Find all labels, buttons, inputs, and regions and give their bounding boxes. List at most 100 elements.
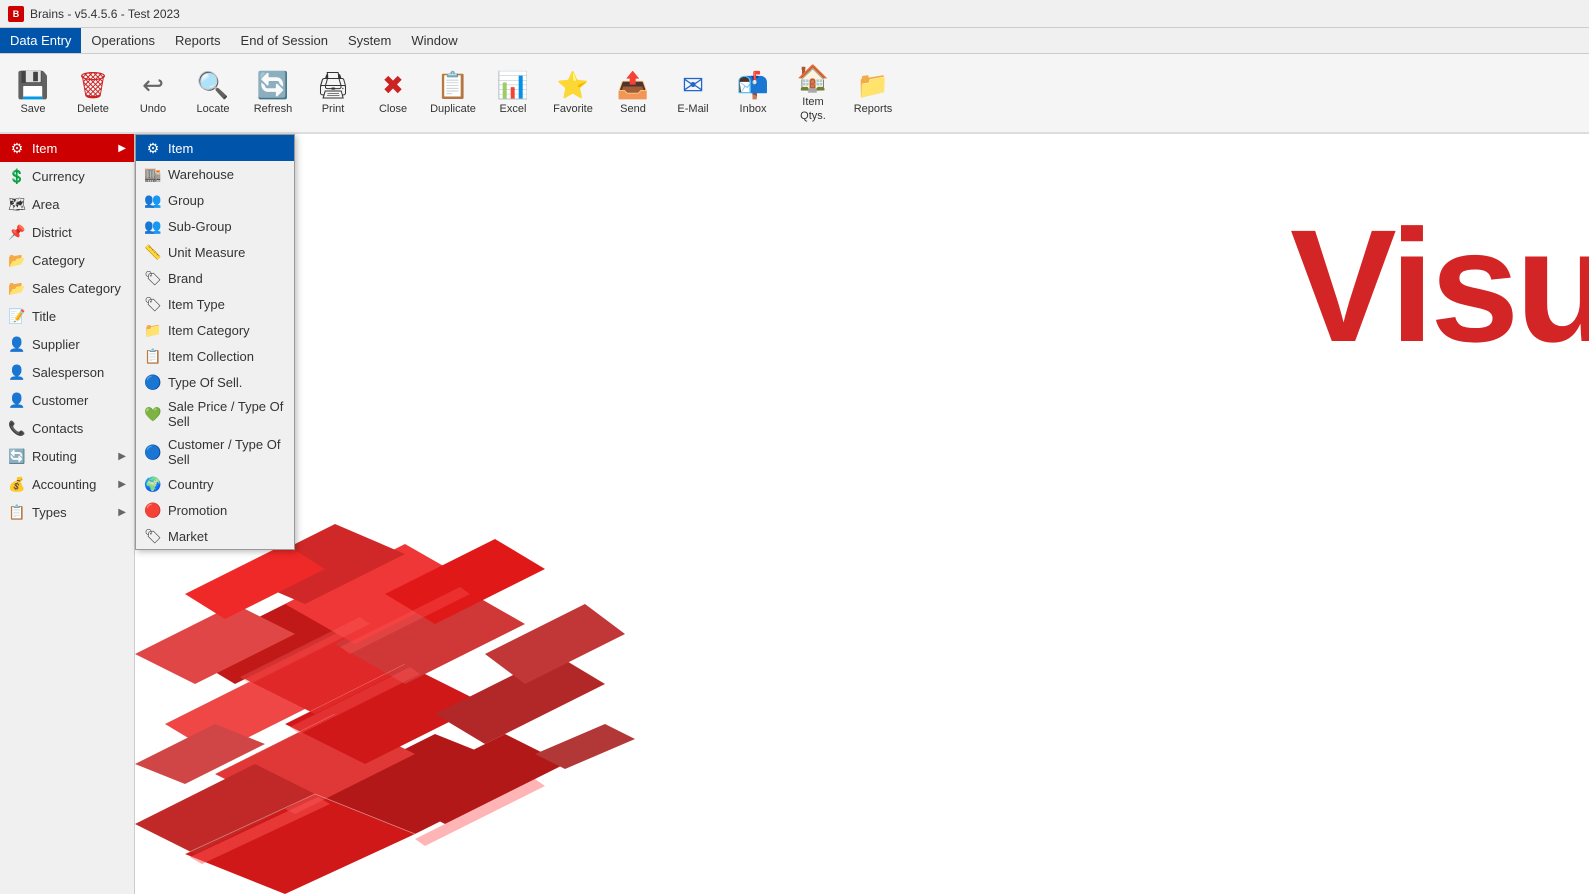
- submenu-item-sub-group[interactable]: 👥 Sub-Group: [136, 213, 294, 239]
- sidebar-icon-contacts: 📞: [8, 419, 26, 437]
- toolbar-icon-close: ✖: [382, 70, 404, 101]
- sidebar-label-routing: Routing: [32, 449, 112, 464]
- submenu-item-country[interactable]: 🌍 Country: [136, 471, 294, 497]
- toolbar-btn-reports-btn[interactable]: 📁 Reports: [844, 57, 902, 129]
- submenu-item-promotion[interactable]: 🔴 Promotion: [136, 497, 294, 523]
- menu-item-reports[interactable]: Reports: [165, 28, 231, 53]
- toolbar-label-save: Save: [20, 103, 45, 116]
- toolbar-icon-inbox: 📬: [737, 70, 769, 101]
- sidebar-item-title[interactable]: 📝 Title: [0, 302, 134, 330]
- toolbar-btn-duplicate[interactable]: 📋 Duplicate: [424, 57, 482, 129]
- sidebar-item-district[interactable]: 📌 District: [0, 218, 134, 246]
- toolbar-btn-inbox[interactable]: 📬 Inbox: [724, 57, 782, 129]
- submenu-item-item[interactable]: ⚙ Item: [136, 135, 294, 161]
- toolbar-btn-item-qtys[interactable]: 🏠 Item Qtys.: [784, 57, 842, 129]
- submenu-item-unit-measure[interactable]: 📏 Unit Measure: [136, 239, 294, 265]
- app-icon: B: [8, 6, 24, 22]
- submenu-label-sale-price-type: Sale Price / Type Of Sell: [168, 399, 286, 429]
- submenu-item-sale-price-type[interactable]: 💚 Sale Price / Type Of Sell: [136, 395, 294, 433]
- toolbar-btn-favorite[interactable]: ⭐ Favorite: [544, 57, 602, 129]
- toolbar-label-close: Close: [379, 103, 407, 116]
- toolbar-icon-delete: 🗑: [76, 70, 109, 101]
- sidebar-item-contacts[interactable]: 📞 Contacts: [0, 414, 134, 442]
- submenu-item-item-collection[interactable]: 📋 Item Collection: [136, 343, 294, 369]
- menu-item-window[interactable]: Window: [401, 28, 467, 53]
- submenu-icon-item-collection: 📋: [144, 347, 162, 365]
- toolbar-btn-send[interactable]: 📤 Send: [604, 57, 662, 129]
- submenu-label-unit-measure: Unit Measure: [168, 245, 245, 260]
- toolbar-icon-excel: 📊: [497, 70, 529, 101]
- menu-item-end-of-session[interactable]: End of Session: [231, 28, 338, 53]
- sidebar-item-supplier[interactable]: 👤 Supplier: [0, 330, 134, 358]
- sidebar-arrow-accounting: ▶: [118, 479, 126, 490]
- sidebar-label-supplier: Supplier: [32, 337, 126, 352]
- toolbar-label-email: E-Mail: [677, 103, 708, 116]
- toolbar-icon-refresh: 🔄: [257, 70, 289, 101]
- submenu-item-warehouse[interactable]: 🏬 Warehouse: [136, 161, 294, 187]
- submenu-icon-market: 🏷: [144, 527, 162, 545]
- sidebar-icon-accounting: 💰: [8, 475, 26, 493]
- sidebar-label-sales-category: Sales Category: [32, 281, 126, 296]
- sidebar-item-accounting[interactable]: 💰 Accounting ▶: [0, 470, 134, 498]
- submenu-label-brand: Brand: [168, 271, 203, 286]
- sidebar-label-accounting: Accounting: [32, 477, 112, 492]
- toolbar-btn-undo[interactable]: ↩ Undo: [124, 57, 182, 129]
- sidebar-icon-district: 📌: [8, 223, 26, 241]
- menu-item-system[interactable]: System: [338, 28, 401, 53]
- toolbar-icon-undo: ↩: [142, 70, 164, 101]
- sidebar-item-customer[interactable]: 👤 Customer: [0, 386, 134, 414]
- toolbar-label-refresh: Refresh: [254, 103, 293, 116]
- toolbar-icon-item-qtys: 🏠: [797, 63, 829, 94]
- sidebar-item-routing[interactable]: 🔄 Routing ▶: [0, 442, 134, 470]
- toolbar-btn-refresh[interactable]: 🔄 Refresh: [244, 57, 302, 129]
- menu-item-data-entry[interactable]: Data Entry: [0, 28, 81, 53]
- submenu-item-type-of-sell[interactable]: 🔵 Type Of Sell.: [136, 369, 294, 395]
- sidebar-icon-sales-category: 📂: [8, 279, 26, 297]
- menu-item-operations[interactable]: Operations: [81, 28, 165, 53]
- sidebar-icon-category: 📂: [8, 251, 26, 269]
- submenu-label-warehouse: Warehouse: [168, 167, 234, 182]
- submenu-item-customer-type[interactable]: 🔵 Customer / Type Of Sell: [136, 433, 294, 471]
- submenu-icon-unit-measure: 📏: [144, 243, 162, 261]
- toolbar-btn-print[interactable]: 🖨 Print: [304, 57, 362, 129]
- toolbar-label-print: Print: [322, 103, 345, 116]
- toolbar-btn-delete[interactable]: 🗑 Delete: [64, 57, 122, 129]
- submenu-icon-country: 🌍: [144, 475, 162, 493]
- toolbar-icon-print: 🖨: [316, 70, 349, 101]
- submenu-icon-customer-type: 🔵: [144, 443, 162, 461]
- sidebar-icon-types: 📋: [8, 503, 26, 521]
- toolbar-label-inbox: Inbox: [740, 103, 767, 116]
- sidebar-arrow-types: ▶: [118, 507, 126, 518]
- toolbar-icon-reports-btn: 📁: [857, 70, 889, 101]
- sidebar-icon-routing: 🔄: [8, 447, 26, 465]
- toolbar-btn-save[interactable]: 💾 Save: [4, 57, 62, 129]
- sidebar-item-area[interactable]: 🗺 Area: [0, 190, 134, 218]
- toolbar-label-reports-btn: Reports: [854, 103, 893, 116]
- submenu-item-market[interactable]: 🏷 Market: [136, 523, 294, 549]
- toolbar-label-favorite: Favorite: [553, 103, 593, 116]
- submenu-item-brand[interactable]: 🏷 Brand: [136, 265, 294, 291]
- submenu-item-item-category[interactable]: 📁 Item Category: [136, 317, 294, 343]
- submenu-icon-sale-price-type: 💚: [144, 405, 162, 423]
- sidebar-item-item[interactable]: ⚙ Item ▶: [0, 134, 134, 162]
- toolbar-label-duplicate: Duplicate: [430, 103, 476, 116]
- sidebar-item-types[interactable]: 📋 Types ▶: [0, 498, 134, 526]
- submenu-label-group: Group: [168, 193, 204, 208]
- toolbar-btn-close[interactable]: ✖ Close: [364, 57, 422, 129]
- toolbar-btn-locate[interactable]: 🔍 Locate: [184, 57, 242, 129]
- sidebar-icon-currency: 💲: [8, 167, 26, 185]
- sidebar-item-category[interactable]: 📂 Category: [0, 246, 134, 274]
- sidebar-item-salesperson[interactable]: 👤 Salesperson: [0, 358, 134, 386]
- toolbar-btn-email[interactable]: ✉ E-Mail: [664, 57, 722, 129]
- submenu-item-group[interactable]: 👥 Group: [136, 187, 294, 213]
- submenu-icon-item-category: 📁: [144, 321, 162, 339]
- toolbar-label-delete: Delete: [77, 103, 109, 116]
- submenu-item-item-type[interactable]: 🏷 Item Type: [136, 291, 294, 317]
- sidebar-icon-area: 🗺: [8, 195, 26, 213]
- toolbar-btn-excel[interactable]: 📊 Excel: [484, 57, 542, 129]
- sidebar-item-currency[interactable]: 💲 Currency: [0, 162, 134, 190]
- title-bar: B Brains - v5.4.5.6 - Test 2023: [0, 0, 1589, 28]
- app-title: Brains - v5.4.5.6 - Test 2023: [30, 7, 180, 21]
- sidebar-item-sales-category[interactable]: 📂 Sales Category: [0, 274, 134, 302]
- sidebar-label-district: District: [32, 225, 126, 240]
